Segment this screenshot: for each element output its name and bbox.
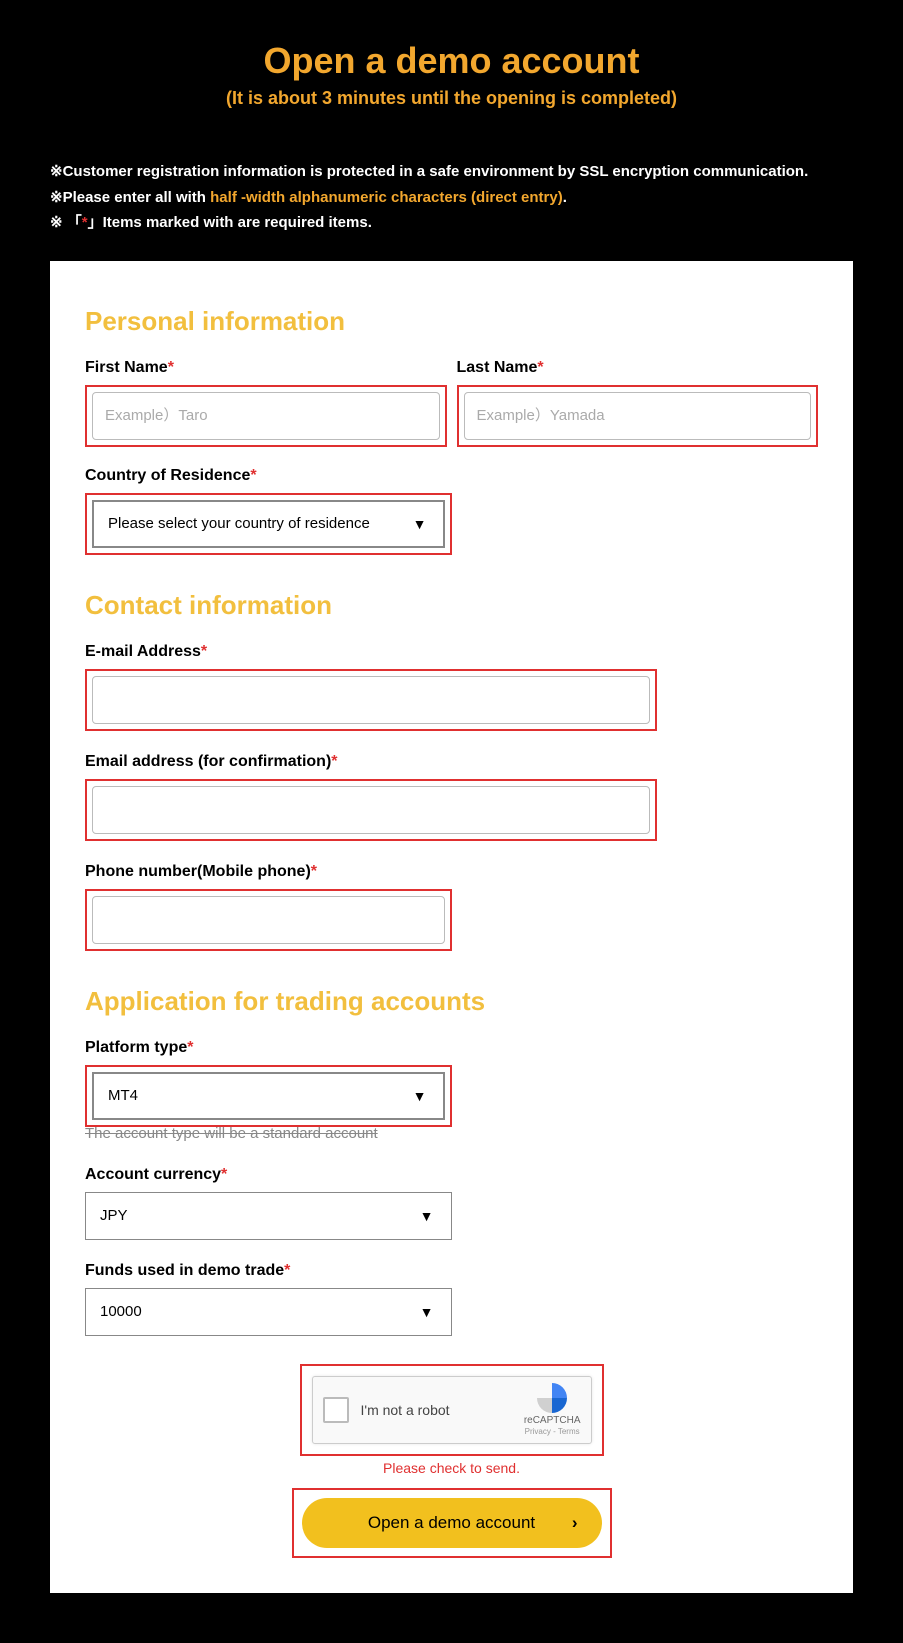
funds-select[interactable]: 10000 bbox=[85, 1288, 452, 1336]
funds-label: Funds used in demo trade* bbox=[85, 1262, 452, 1280]
currency-select[interactable]: JPY bbox=[85, 1192, 452, 1240]
chevron-right-icon: › bbox=[572, 1513, 578, 1533]
note-halfwidth: ※Please enter all with half -width alpha… bbox=[50, 185, 853, 211]
recaptcha-checkbox[interactable] bbox=[323, 1397, 349, 1423]
page-subtitle: (It is about 3 minutes until the opening… bbox=[0, 88, 903, 109]
recaptcha-error: Please check to send. bbox=[85, 1460, 818, 1476]
last-name-label: Last Name* bbox=[457, 359, 819, 377]
platform-select[interactable]: MT4 bbox=[92, 1072, 445, 1120]
first-name-input[interactable] bbox=[92, 392, 440, 440]
email-confirm-input[interactable] bbox=[92, 786, 650, 834]
last-name-input[interactable] bbox=[464, 392, 812, 440]
recaptcha-brand: reCAPTCHA Privacy - Terms bbox=[524, 1383, 581, 1437]
page-title: Open a demo account bbox=[0, 40, 903, 82]
currency-label: Account currency* bbox=[85, 1166, 452, 1184]
submit-button[interactable]: Open a demo account › bbox=[302, 1498, 602, 1548]
platform-label: Platform type* bbox=[85, 1039, 452, 1057]
notes-block: ※Customer registration information is pr… bbox=[0, 109, 903, 251]
recaptcha-icon bbox=[537, 1383, 567, 1413]
note-ssl: ※Customer registration information is pr… bbox=[50, 159, 853, 185]
platform-note: The account type will be a standard acco… bbox=[85, 1125, 452, 1142]
email-confirm-label: Email address (for confirmation)* bbox=[85, 753, 657, 771]
section-personal: Personal information bbox=[85, 306, 818, 337]
first-name-label: First Name* bbox=[85, 359, 447, 377]
recaptcha-widget[interactable]: I'm not a robot reCAPTCHA Privacy - Term… bbox=[312, 1376, 592, 1444]
recaptcha-label: I'm not a robot bbox=[361, 1402, 512, 1418]
phone-label: Phone number(Mobile phone)* bbox=[85, 863, 452, 881]
email-input[interactable] bbox=[92, 676, 650, 724]
country-label: Country of Residence* bbox=[85, 467, 452, 485]
phone-input[interactable] bbox=[92, 896, 445, 944]
section-contact: Contact information bbox=[85, 590, 818, 621]
note-required: ※ 「*」Items marked with are required item… bbox=[50, 210, 853, 236]
section-trading: Application for trading accounts bbox=[85, 986, 818, 1017]
email-label: E-mail Address* bbox=[85, 643, 657, 661]
country-select[interactable]: Please select your country of residence bbox=[92, 500, 445, 548]
form-card: Personal information First Name* Last Na… bbox=[50, 261, 853, 1593]
